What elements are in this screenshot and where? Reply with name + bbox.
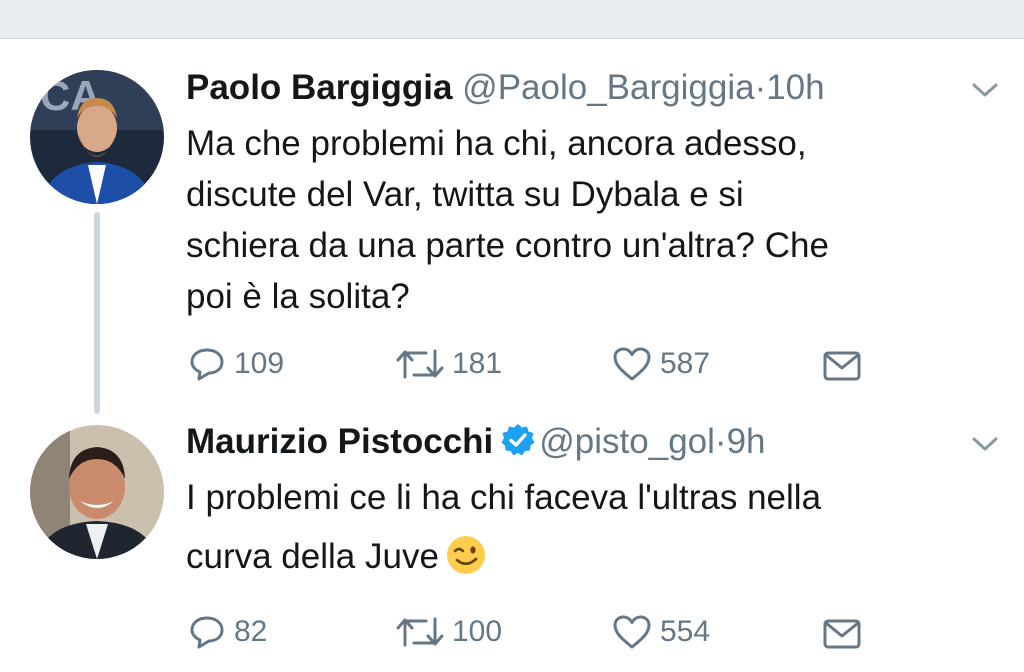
- tweet-header: Maurizio Pistocchi @pisto_gol·9h: [186, 422, 766, 462]
- tweet-text-line: discute del Var, twitta su Dybala e si: [186, 175, 744, 214]
- reply-button[interactable]: 109: [188, 344, 284, 384]
- tweet-time[interactable]: 9h: [727, 422, 766, 461]
- separator-dot: ·: [754, 68, 767, 107]
- chevron-down-icon[interactable]: [968, 78, 1002, 102]
- like-button[interactable]: 554: [612, 612, 710, 652]
- envelope-icon: [823, 351, 861, 381]
- avatar[interactable]: CA: [30, 70, 164, 204]
- tweet-text: Ma che problemi ha chi, ancora adesso, d…: [186, 118, 986, 322]
- author-handle[interactable]: @pisto_gol: [539, 422, 715, 461]
- message-button[interactable]: [822, 614, 862, 654]
- tweet-text-line: schiera da una parte contro un'altra? Ch…: [186, 226, 829, 265]
- retweet-count: 181: [452, 347, 503, 380]
- author-name[interactable]: Maurizio Pistocchi: [186, 422, 493, 461]
- like-count: 554: [660, 615, 711, 648]
- reply-button[interactable]: 82: [188, 612, 267, 652]
- tweet-text-line: I problemi ce li ha chi faceva l'ultras …: [186, 478, 822, 517]
- reply-count: 82: [234, 615, 268, 648]
- reply-icon: [190, 616, 224, 649]
- retweet-button[interactable]: 100: [396, 612, 502, 652]
- like-button[interactable]: 587: [612, 344, 710, 384]
- retweet-button[interactable]: 181: [396, 344, 502, 384]
- top-bar: [0, 0, 1024, 39]
- like-count: 587: [660, 347, 711, 380]
- retweet-icon: [396, 349, 444, 379]
- thread-line: [94, 212, 100, 414]
- retweet-count: 100: [452, 615, 503, 648]
- tweet-text-line: Ma che problemi ha chi, ancora adesso,: [186, 124, 807, 163]
- verified-badge-icon: [501, 424, 535, 456]
- avatar[interactable]: [30, 425, 164, 559]
- reply-count: 109: [234, 347, 285, 380]
- tweet-time[interactable]: 10h: [766, 68, 824, 107]
- chevron-down-icon[interactable]: [968, 432, 1002, 456]
- retweet-icon: [396, 617, 444, 647]
- separator-dot: ·: [714, 422, 727, 461]
- heart-icon: [613, 615, 651, 649]
- author-name[interactable]: Paolo Bargiggia: [186, 68, 452, 107]
- author-handle[interactable]: @Paolo_Bargiggia: [462, 68, 754, 107]
- tweet-text: I problemi ce li ha chi faceva l'ultras …: [186, 472, 986, 582]
- envelope-icon: [823, 619, 861, 649]
- tweet-text-line: curva della Juve: [186, 537, 439, 576]
- tweet-header: Paolo Bargiggia @Paolo_Bargiggia·10h: [186, 68, 825, 108]
- tweet-text-line: poi è la solita?: [186, 277, 410, 316]
- winking-face-emoji-icon: [446, 536, 485, 574]
- reply-icon: [190, 348, 224, 381]
- heart-icon: [613, 347, 651, 381]
- tweet-text-line-wrapper: curva della Juve: [186, 531, 986, 582]
- message-button[interactable]: [822, 346, 862, 386]
